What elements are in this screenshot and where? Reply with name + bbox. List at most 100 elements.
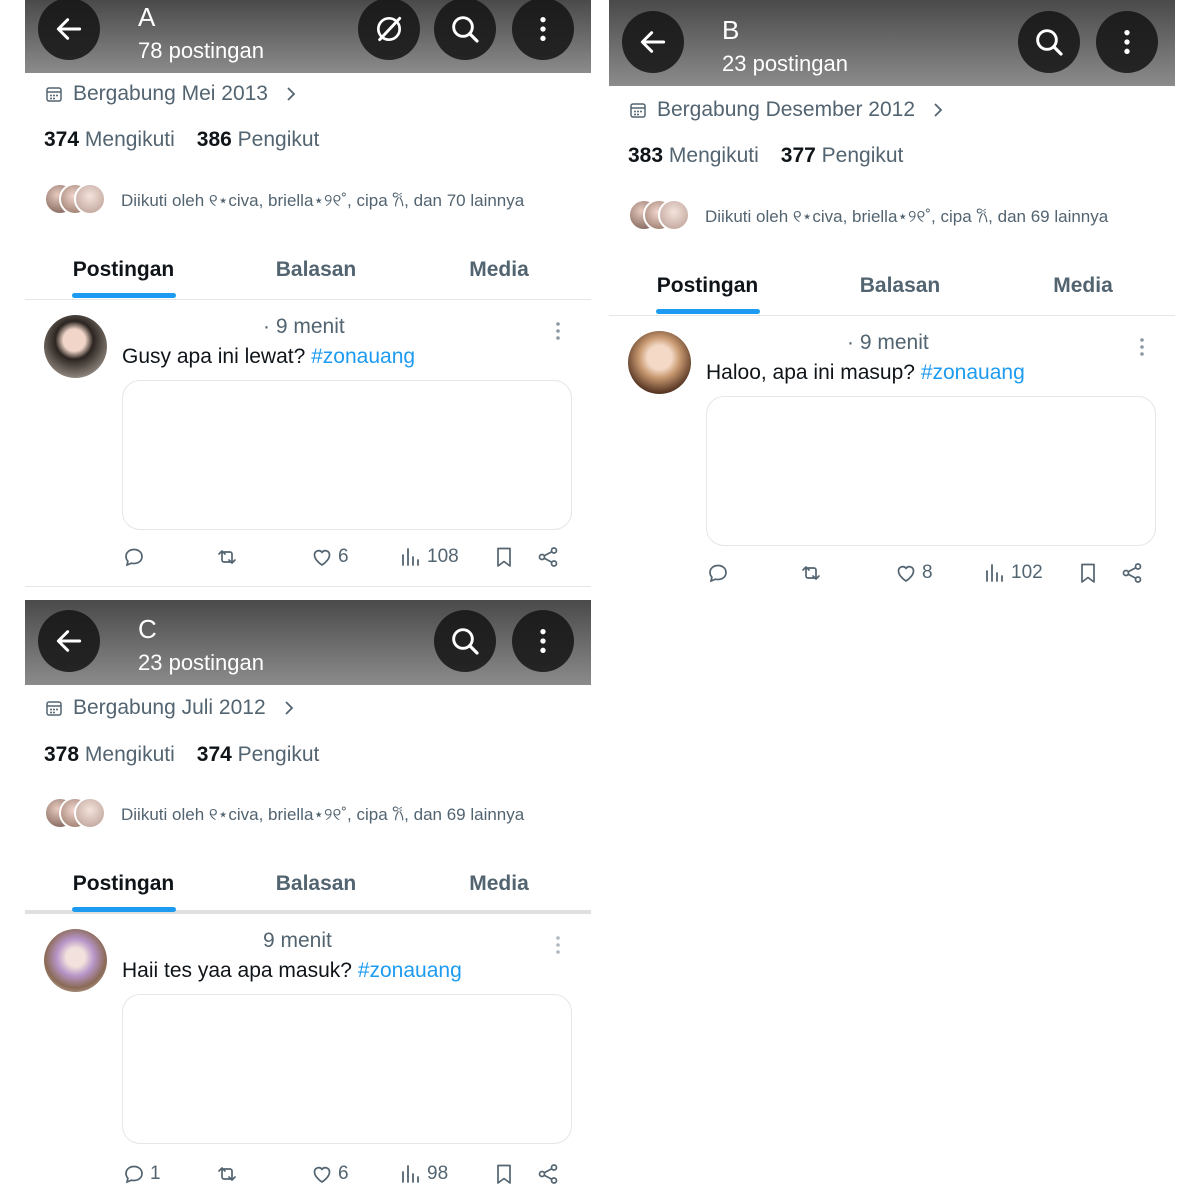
followers-link[interactable]: 386 Pengikut — [197, 128, 320, 151]
bookmark-button[interactable] — [492, 545, 516, 569]
post-media[interactable] — [122, 994, 572, 1144]
following-count: 378 — [44, 743, 80, 766]
search-button[interactable] — [1018, 11, 1080, 73]
reply-button[interactable] — [706, 561, 734, 585]
reply-button[interactable]: 1 — [122, 1162, 161, 1186]
followers-link[interactable]: 377 Pengikut — [781, 144, 904, 167]
post-item[interactable]: · 9 menit Gusy apa ini lewat? #zonauang … — [25, 315, 591, 587]
reply-icon — [125, 548, 143, 567]
post-text: Haloo, apa ini masup? #zonauang — [706, 361, 1025, 385]
avatar — [74, 797, 106, 829]
tab-label: Postingan — [72, 872, 175, 895]
like-button[interactable]: 6 — [310, 545, 349, 569]
following-link[interactable]: 378 Mengikuti — [44, 743, 175, 766]
share-icon — [538, 1164, 558, 1184]
post-item[interactable]: 9 menit Haii tes yaa apa masuk? #zonauan… — [25, 929, 591, 1200]
tab-media[interactable]: Media — [425, 244, 573, 296]
followers-label: Pengikut — [821, 144, 904, 167]
search-button[interactable] — [434, 610, 496, 672]
like-button[interactable]: 6 — [310, 1162, 349, 1186]
heart-icon — [897, 565, 915, 582]
tab-posts[interactable]: Postingan — [45, 858, 202, 912]
tab-label: Balasan — [275, 258, 357, 281]
tab-replies[interactable]: Balasan — [819, 260, 981, 312]
hashtag-link[interactable]: #zonauang — [311, 345, 415, 368]
post-media[interactable] — [706, 396, 1156, 546]
divider — [25, 586, 591, 587]
profile-header: B 23 postingan — [609, 0, 1175, 86]
grok-button[interactable] — [358, 0, 420, 60]
followed-by[interactable]: Diikuti oleh ୧⋆civa, briella⋆୨୧˚, cipa 𐙚… — [628, 199, 1108, 231]
post-body: Gusy apa ini lewat? — [122, 345, 306, 368]
search-button[interactable] — [434, 0, 496, 60]
avatar[interactable] — [628, 331, 691, 394]
followers-label: Pengikut — [237, 128, 320, 151]
tab-media[interactable]: Media — [1009, 260, 1157, 312]
tab-label: Media — [469, 258, 529, 281]
bookmark-icon — [1081, 563, 1095, 583]
chevron-right-icon — [287, 87, 296, 101]
repost-button[interactable] — [799, 561, 823, 585]
views-button[interactable]: 98 — [399, 1162, 448, 1186]
avatar — [74, 183, 106, 215]
tab-replies[interactable]: Balasan — [235, 244, 397, 296]
joined-date[interactable]: Bergabung Mei 2013 — [45, 82, 298, 106]
followers-link[interactable]: 374 Pengikut — [197, 743, 320, 766]
bookmark-icon — [497, 1164, 511, 1184]
views-button[interactable]: 102 — [983, 561, 1043, 585]
profile-name: B — [722, 15, 740, 45]
tab-replies[interactable]: Balasan — [235, 858, 397, 910]
following-label: Mengikuti — [84, 743, 175, 766]
repost-button[interactable] — [215, 1162, 239, 1186]
calendar-icon — [46, 701, 62, 716]
post-count: 23 postingan — [138, 650, 264, 675]
post-text: Gusy apa ini lewat? #zonauang — [122, 345, 415, 369]
more-button[interactable] — [512, 0, 574, 60]
hashtag-link[interactable]: #zonauang — [921, 361, 1025, 384]
following-link[interactable]: 374 Mengikuti — [44, 128, 175, 151]
post-item[interactable]: · 9 menit Haloo, apa ini masup? #zonauan… — [609, 331, 1175, 596]
reply-button[interactable] — [122, 545, 150, 569]
more-vertical-icon[interactable] — [551, 319, 565, 343]
followed-by[interactable]: Diikuti oleh ୧⋆civa, briella⋆୨୧˚, cipa 𐙚… — [44, 797, 524, 829]
tab-media[interactable]: Media — [425, 858, 573, 910]
like-button[interactable]: 8 — [894, 561, 933, 585]
share-icon — [1122, 563, 1142, 583]
share-button[interactable] — [536, 1162, 560, 1186]
more-button[interactable] — [1096, 11, 1158, 73]
following-count: 383 — [628, 144, 664, 167]
follow-stats: 374 Mengikuti 386 Pengikut — [44, 128, 319, 152]
more-vertical-icon[interactable] — [551, 933, 565, 957]
tab-posts[interactable]: Postingan — [629, 260, 786, 314]
like-count: 8 — [922, 562, 933, 583]
heart-icon — [313, 1166, 331, 1183]
repost-button[interactable] — [215, 545, 239, 569]
followed-by[interactable]: Diikuti oleh ୧⋆civa, briella⋆୨୧˚, cipa 𐙚… — [44, 183, 524, 215]
share-button[interactable] — [536, 545, 560, 569]
more-vertical-icon[interactable] — [1135, 335, 1149, 359]
tab-label: Balasan — [859, 274, 941, 297]
avatar[interactable] — [44, 929, 107, 992]
back-button[interactable] — [622, 11, 684, 73]
bookmark-button[interactable] — [492, 1162, 516, 1186]
more-button[interactable] — [512, 610, 574, 672]
post-media[interactable] — [122, 380, 572, 530]
views-icon — [402, 1165, 419, 1183]
avatar[interactable] — [44, 315, 107, 378]
active-tab-indicator — [71, 293, 176, 298]
views-icon — [986, 564, 1003, 582]
bookmark-button[interactable] — [1076, 561, 1100, 585]
joined-date[interactable]: Bergabung Desember 2012 — [629, 98, 945, 122]
tab-label: Postingan — [72, 258, 175, 281]
joined-date[interactable]: Bergabung Juli 2012 — [45, 696, 296, 720]
profile-tabs: Postingan Balasan Media — [609, 260, 1175, 316]
back-button[interactable] — [38, 610, 100, 672]
views-button[interactable]: 108 — [399, 545, 459, 569]
share-button[interactable] — [1120, 561, 1144, 585]
following-link[interactable]: 383 Mengikuti — [628, 144, 759, 167]
post-time: 9 menit — [263, 929, 332, 952]
profile-panel-b: B 23 postingan Bergabung Desember 2012 3… — [609, 0, 1175, 600]
hashtag-link[interactable]: #zonauang — [358, 959, 462, 982]
tab-posts[interactable]: Postingan — [45, 244, 202, 298]
back-button[interactable] — [38, 0, 100, 60]
